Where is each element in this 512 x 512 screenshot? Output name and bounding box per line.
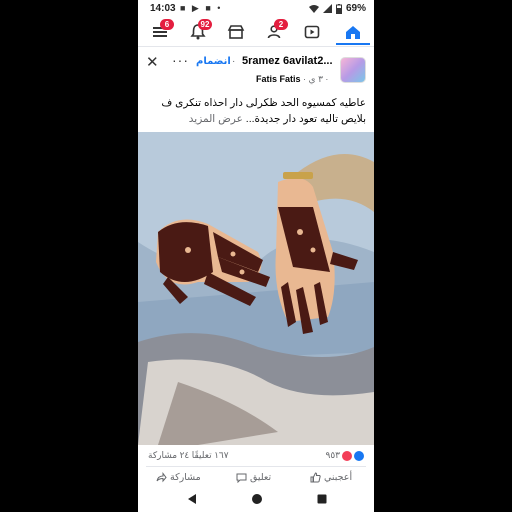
clock: 14:03 bbox=[150, 3, 176, 14]
share-label: مشاركة bbox=[170, 472, 201, 483]
video-icon bbox=[304, 25, 320, 39]
post-author-line: Fatis Fatis · ٣ ي · bbox=[256, 74, 328, 85]
post-text: عاطيه كمسيوه الحد ظكرلى دار احذاه تنكرى … bbox=[144, 95, 366, 127]
watch-button[interactable] bbox=[302, 22, 322, 42]
reaction-count: ٩٥٣ bbox=[325, 450, 340, 460]
recents-icon[interactable] bbox=[316, 493, 328, 505]
comment-label: تعليق bbox=[250, 472, 272, 483]
reaction-summary[interactable]: ٩٥٣ bbox=[325, 450, 364, 461]
post-text-line: عاطيه كمسيوه الحد ظكرلى دار احذاه تنكرى … bbox=[161, 97, 366, 109]
join-group-link[interactable]: انضمام bbox=[196, 56, 231, 67]
see-more-link[interactable]: عرض المزيد bbox=[189, 113, 243, 125]
post-photo[interactable] bbox=[138, 132, 374, 445]
phone-screen: 14:03 ■ ▶ ■ • 69% 6 92 2 ✕ ··· انضمام · … bbox=[138, 0, 374, 512]
post-header: ✕ ··· انضمام · 5ramez 6avilat2... Fatis … bbox=[138, 50, 374, 90]
back-icon[interactable] bbox=[186, 493, 198, 505]
home-circle-icon[interactable] bbox=[251, 493, 263, 505]
comment-button[interactable]: تعليق bbox=[236, 472, 271, 483]
menu-badge: 6 bbox=[160, 19, 174, 30]
notifications-button[interactable]: 92 bbox=[188, 19, 212, 42]
like-button[interactable]: أعجبني bbox=[310, 472, 352, 483]
system-navigation-bar bbox=[138, 488, 374, 512]
separator-dot: · bbox=[232, 56, 236, 67]
like-label: أعجبني bbox=[324, 472, 353, 483]
home-button[interactable] bbox=[343, 22, 363, 42]
notifications-badge: 92 bbox=[198, 19, 212, 30]
post-actions: مشاركة تعليق أعجبني bbox=[138, 470, 374, 486]
thumbs-up-icon bbox=[310, 472, 321, 483]
battery-icon bbox=[335, 3, 342, 14]
marketplace-button[interactable] bbox=[226, 22, 246, 42]
post-text-line: بلايص تاليه تعود دار جديدة... عرض المزيد bbox=[144, 111, 366, 127]
share-button[interactable]: مشاركة bbox=[156, 472, 201, 483]
signal-icon bbox=[322, 4, 332, 13]
like-reaction-icon bbox=[354, 450, 364, 461]
wifi-icon bbox=[308, 5, 319, 13]
battery-percent: 69% bbox=[345, 3, 366, 14]
love-reaction-icon bbox=[342, 450, 352, 461]
post-text-fragment: بلايص تاليه تعود دار جديدة... bbox=[245, 113, 366, 125]
share-icon bbox=[156, 472, 167, 483]
comment-icon bbox=[236, 473, 247, 483]
store-icon bbox=[227, 25, 245, 39]
status-bar: 14:03 ■ ▶ ■ • 69% bbox=[138, 0, 374, 18]
post-time: · ٣ ي · bbox=[303, 74, 329, 84]
comments-shares-count[interactable]: ١٦٧ تعليقًا ٢٤ مشاركة bbox=[148, 450, 229, 461]
group-avatar[interactable] bbox=[340, 57, 366, 83]
divider bbox=[146, 466, 366, 467]
reactions-bar: ١٦٧ تعليقًا ٢٤ مشاركة ٩٥٣ bbox=[138, 448, 374, 464]
menu-button[interactable]: 6 bbox=[150, 19, 174, 42]
groups-button[interactable]: 2 bbox=[264, 19, 288, 42]
group-name[interactable]: 5ramez 6avilat2... bbox=[242, 55, 333, 67]
notification-icons: ■ ▶ ■ • bbox=[180, 3, 223, 13]
more-options-button[interactable]: ··· bbox=[172, 52, 189, 68]
top-navigation: 6 92 2 bbox=[138, 18, 374, 47]
system-indicators: 69% bbox=[308, 3, 366, 14]
home-icon bbox=[346, 26, 360, 39]
groups-badge: 2 bbox=[274, 19, 288, 30]
active-tab-indicator bbox=[336, 43, 370, 45]
close-button[interactable]: ✕ bbox=[146, 53, 159, 71]
author-name[interactable]: Fatis Fatis bbox=[256, 74, 301, 84]
henna-hands-image bbox=[138, 132, 374, 445]
